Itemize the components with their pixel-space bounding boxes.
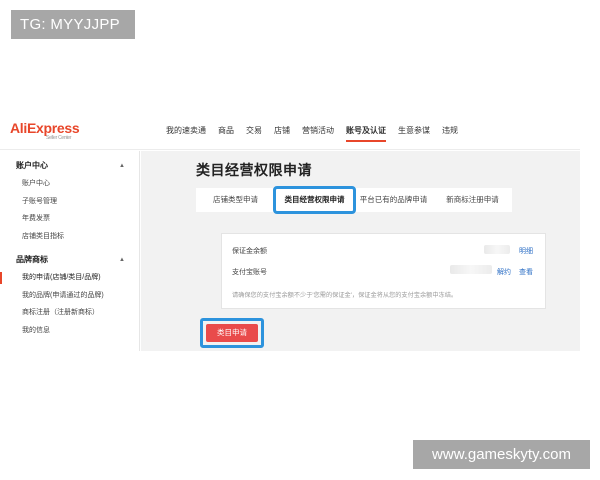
deposit-hint: 请确保您的支付宝余额不少于'您需的保证金'，保证金将从您的支付宝余额中冻结。 [232, 292, 458, 299]
sidebar-item-my-info[interactable]: 我的信息 [0, 322, 139, 340]
apply-button-highlight: 类目申请 [200, 318, 264, 348]
aliexpress-logo[interactable]: AliExpress Seller Center [10, 120, 80, 141]
nav-violations[interactable]: 违规 [442, 125, 458, 136]
alipay-label: 支付宝账号 [232, 269, 267, 276]
sidebar-group-label: 品牌商标 [16, 255, 48, 264]
logo-subtitle: Seller Center [46, 135, 72, 141]
tab-category-permission[interactable]: 类目经营权限申请 [273, 186, 356, 214]
watermark-top: TG: MYYJJPP [11, 10, 135, 39]
nav-store[interactable]: 店铺 [274, 125, 290, 136]
tab-existing-brand[interactable]: 平台已有的品牌申请 [354, 188, 433, 212]
tab-store-type[interactable]: 店铺类型申请 [196, 188, 275, 212]
sidebar-group-brand[interactable]: 品牌商标 ▲ [0, 251, 139, 269]
sidebar: 账户中心 ▲ 账户中心 子账号管理 年费发票 店铺类目指标 品牌商标 ▲ 我的申… [0, 151, 140, 351]
tab-bar: 店铺类型申请 类目经营权限申请 平台已有的品牌申请 新商标注册申请 [196, 186, 512, 214]
sidebar-item-store-category-metrics[interactable]: 店铺类目指标 [0, 228, 139, 246]
alipay-account-redacted [450, 265, 492, 274]
page-title: 类目经营权限申请 [196, 162, 312, 178]
main-nav: 我的速卖通 商品 交易 店铺 营销活动 账号及认证 生意参谋 违规 [166, 125, 458, 142]
deposit-panel: 保证金余额 明细 支付宝账号 解约 查看 请确保您的支付宝余额不少于'您需的保证… [221, 233, 546, 309]
nav-orders[interactable]: 交易 [246, 125, 262, 136]
nav-business-advisor[interactable]: 生意参谋 [398, 125, 430, 136]
deposit-details-link[interactable]: 明细 [519, 246, 533, 256]
main-content: 类目经营权限申请 店铺类型申请 类目经营权限申请 平台已有的品牌申请 新商标注册… [141, 151, 580, 351]
sidebar-item-annual-fee-invoice[interactable]: 年费发票 [0, 210, 139, 228]
caret-up-icon[interactable]: ▲ [119, 251, 125, 269]
sidebar-group-account[interactable]: 账户中心 ▲ [0, 157, 139, 175]
deposit-amount-redacted [484, 245, 510, 254]
nav-products[interactable]: 商品 [218, 125, 234, 136]
nav-account-verification[interactable]: 账号及认证 [346, 125, 386, 142]
view-link[interactable]: 查看 [519, 267, 533, 277]
sidebar-item-account-center[interactable]: 账户中心 [0, 175, 139, 193]
nav-my-aliexpress[interactable]: 我的速卖通 [166, 125, 206, 136]
sidebar-item-my-applications[interactable]: 我的申请(店铺/类目/品牌) [0, 269, 139, 287]
category-apply-button[interactable]: 类目申请 [206, 324, 258, 342]
nav-marketing[interactable]: 营销活动 [302, 125, 334, 136]
tab-new-trademark[interactable]: 新商标注册申请 [433, 188, 512, 212]
caret-up-icon[interactable]: ▲ [119, 157, 125, 175]
top-navigation-bar: AliExpress Seller Center 我的速卖通 商品 交易 店铺 … [0, 112, 580, 150]
sidebar-item-subaccounts[interactable]: 子账号管理 [0, 193, 139, 211]
watermark-bottom: www.gameskyty.com [413, 440, 590, 469]
logo-brand: AliExpress [10, 120, 80, 136]
sidebar-item-trademark-registration[interactable]: 商标注册（注册新商标） [0, 304, 139, 322]
unbind-link[interactable]: 解约 [497, 267, 511, 277]
sidebar-group-label: 账户中心 [16, 161, 48, 170]
deposit-label: 保证金余额 [232, 248, 267, 255]
sidebar-item-my-brands[interactable]: 我的品牌(申请通过的品牌) [0, 287, 139, 305]
